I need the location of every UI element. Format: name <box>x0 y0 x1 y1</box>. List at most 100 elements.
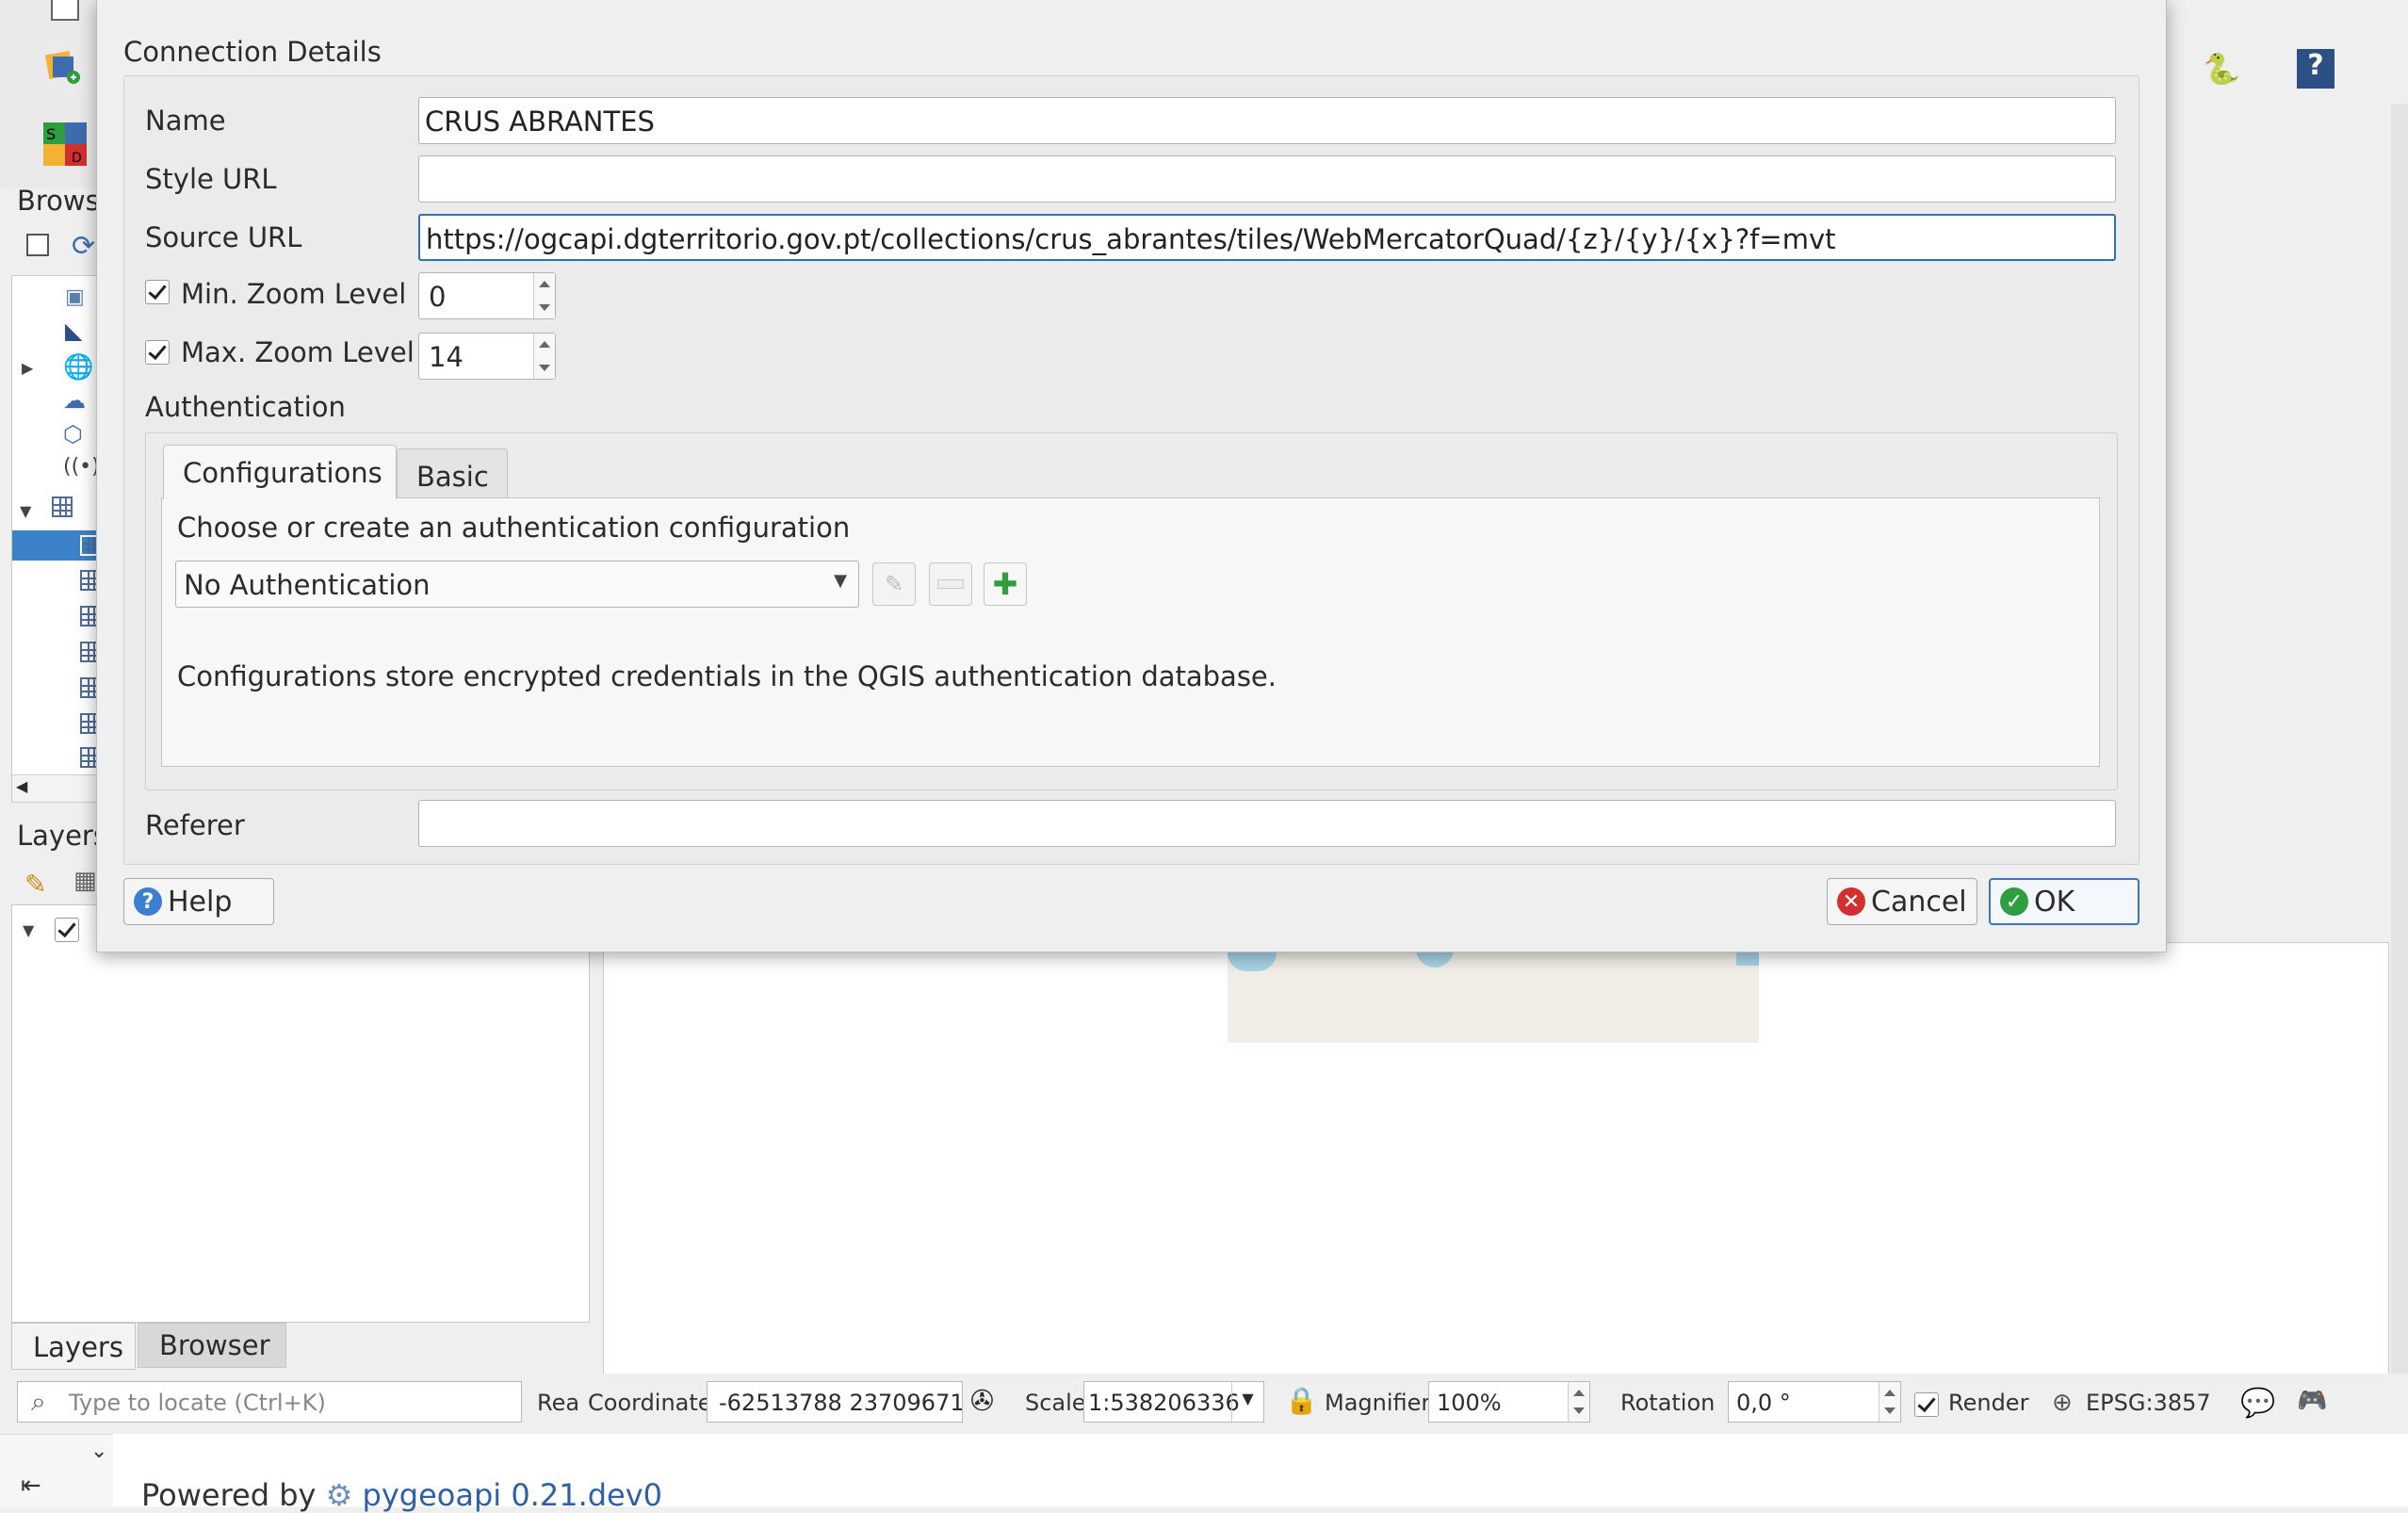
spatialite-icon: ▣ <box>65 285 85 309</box>
style-url-label: Style URL <box>145 163 277 195</box>
mouse-coordinate-icon[interactable]: ✇ <box>970 1385 994 1418</box>
python-console-icon[interactable]: 🐍 <box>2203 51 2240 87</box>
help-button[interactable]: ? Help <box>123 878 274 925</box>
coordinate-field[interactable]: -62513788 23709671 <box>707 1381 963 1423</box>
ok-button-label: OK <box>2034 885 2075 919</box>
authentication-group: Configurations Basic Choose or create an… <box>145 432 2118 790</box>
help-button-label: Help <box>168 885 233 919</box>
layers-panel-title: Layers <box>17 820 107 852</box>
bottom-tab-browser[interactable]: Browser <box>138 1323 286 1368</box>
max-zoom-checkbox[interactable] <box>145 340 170 365</box>
spin-arrows-icon[interactable] <box>1568 1382 1589 1422</box>
cancel-button-label: Cancel <box>1871 885 1967 919</box>
spin-arrows-icon[interactable] <box>1879 1382 1900 1422</box>
edit-auth-button[interactable]: ✎ <box>872 562 916 606</box>
footer-text: Powered by <box>141 1477 317 1513</box>
footer-powered-by: Powered by ⚙ pygeoapi 0.21.dev0 <box>141 1477 662 1513</box>
gear-icon: ⚙ <box>325 1477 353 1513</box>
horizontal-scrollbar[interactable]: ◀ <box>11 774 104 803</box>
spin-arrows-icon[interactable] <box>533 334 555 379</box>
layer-expand-icon[interactable]: ▼ <box>23 921 34 939</box>
dropdown-arrow-icon: ▼ <box>834 571 847 591</box>
layer-visibility-checkbox[interactable] <box>55 918 79 942</box>
expand-arrow-icon[interactable]: ▶ <box>22 359 33 377</box>
rotation-value: 0,0 ° <box>1736 1390 1791 1416</box>
crs-globe-icon[interactable]: ⊕ <box>2052 1389 2073 1417</box>
rotation-label: Rotation <box>1620 1390 1716 1416</box>
browser-tree[interactable]: ▣ ◣ ▶ 🌐 ☁ ⬡ ((•)) ▼ <box>11 275 107 776</box>
tab-configurations-label: Configurations <box>183 457 382 489</box>
tab-basic[interactable]: Basic <box>397 448 508 497</box>
refresh-icon[interactable]: ⟳ <box>72 230 95 263</box>
auth-config-select[interactable]: No Authentication ▼ <box>175 561 859 608</box>
bottom-tab-layers-label: Layers <box>33 1331 123 1363</box>
remove-auth-button[interactable] <box>929 562 972 606</box>
map-land <box>1228 943 1759 1043</box>
ok-button[interactable]: ✓ OK <box>1989 878 2140 925</box>
footer-brand[interactable]: pygeoapi 0.21.dev0 <box>363 1477 663 1513</box>
magnifier-spinbox[interactable]: 100% <box>1428 1381 1590 1423</box>
messages-icon[interactable]: 💬 <box>2240 1387 2275 1420</box>
bottom-tab-browser-label: Browser <box>159 1329 270 1361</box>
tab-panel: Choose or create an authentication confi… <box>161 497 2100 767</box>
min-zoom-checkbox[interactable] <box>145 280 170 304</box>
cancel-icon: ✕ <box>1837 887 1865 916</box>
max-zoom-spinbox[interactable]: 14 <box>418 333 556 380</box>
scroll-left-icon[interactable]: ◀ <box>16 777 27 795</box>
collapse-left-icon[interactable]: ⇤ <box>21 1472 41 1500</box>
min-zoom-value: 0 <box>429 281 447 313</box>
spin-arrows-icon[interactable] <box>533 273 555 318</box>
svg-text:D: D <box>72 151 82 166</box>
referer-field[interactable] <box>418 800 2116 847</box>
data-source-manager-icon[interactable] <box>43 47 81 85</box>
layers-tree[interactable] <box>11 904 590 1323</box>
chevron-down-icon[interactable]: ⌄ <box>90 1440 107 1463</box>
name-field[interactable]: CRUS ABRANTES <box>418 97 2116 144</box>
coordinate-label: Coordinate <box>588 1390 712 1416</box>
rotation-spinbox[interactable]: 0,0 ° <box>1728 1381 1901 1423</box>
collapse-arrow-icon[interactable]: ▼ <box>20 502 31 520</box>
help-toolbar-icon[interactable]: ? <box>2297 49 2335 89</box>
connection-details-group: Name CRUS ABRANTES Style URL Source URL … <box>123 75 2140 865</box>
scale-value: 1:538206336 <box>1088 1390 1240 1416</box>
source-url-field[interactable]: https://ogcapi.dgterritorio.gov.pt/colle… <box>418 214 2116 261</box>
add-group-icon[interactable]: ▦ <box>73 867 97 895</box>
minus-icon <box>937 579 964 589</box>
map-canvas[interactable] <box>603 942 2389 1375</box>
min-zoom-spinbox[interactable]: 0 <box>418 272 556 319</box>
locator-search-field[interactable]: ⌕ Type to locate (Ctrl+K) <box>17 1381 522 1423</box>
style-url-field[interactable] <box>418 155 2116 203</box>
svg-text:S: S <box>46 125 56 143</box>
scale-combobox[interactable]: 1:538206336 ▼ <box>1083 1381 1264 1423</box>
right-dock-strip <box>2391 104 2408 1423</box>
browser-panel-title: Brows <box>17 185 100 217</box>
auth-note: Configurations store encrypted credentia… <box>177 660 1277 692</box>
add-item-icon[interactable] <box>26 234 49 256</box>
render-label: Render <box>1948 1390 2029 1416</box>
search-icon: ⌕ <box>31 1386 46 1417</box>
tab-basic-label: Basic <box>416 461 489 493</box>
connection-dialog: Connection Details Name CRUS ABRANTES St… <box>96 0 2167 952</box>
lock-icon[interactable]: 🔒 <box>1285 1385 1318 1416</box>
magnifier-value: 100% <box>1437 1390 1502 1416</box>
tab-configurations[interactable]: Configurations <box>163 445 397 499</box>
cube-icon: ⬡ <box>63 421 83 447</box>
render-checkbox[interactable] <box>1914 1392 1939 1417</box>
sld-style-icon[interactable]: SD <box>43 122 87 166</box>
scale-label: Scale <box>1025 1390 1086 1416</box>
bottom-tab-layers[interactable]: Layers <box>11 1323 136 1370</box>
gamepad-icon[interactable]: 🎮 <box>2297 1387 2327 1415</box>
max-zoom-value: 14 <box>429 341 464 373</box>
help-icon: ? <box>134 887 162 916</box>
pencil-icon: ✎ <box>884 571 904 597</box>
coordinate-value: -62513788 23709671 <box>719 1390 963 1416</box>
cloud-icon: ☁ <box>63 387 86 414</box>
crs-label[interactable]: EPSG:3857 <box>2086 1390 2211 1416</box>
cancel-button[interactable]: ✕ Cancel <box>1827 878 1977 925</box>
add-auth-button[interactable]: ✚ <box>984 562 1027 606</box>
min-zoom-label: Min. Zoom Level <box>181 278 407 310</box>
connection-details-title: Connection Details <box>123 36 382 68</box>
dropdown-arrow-icon[interactable]: ▼ <box>1231 1382 1263 1422</box>
layer-style-icon[interactable]: ✎ <box>24 869 46 900</box>
new-project-icon[interactable] <box>51 0 79 21</box>
